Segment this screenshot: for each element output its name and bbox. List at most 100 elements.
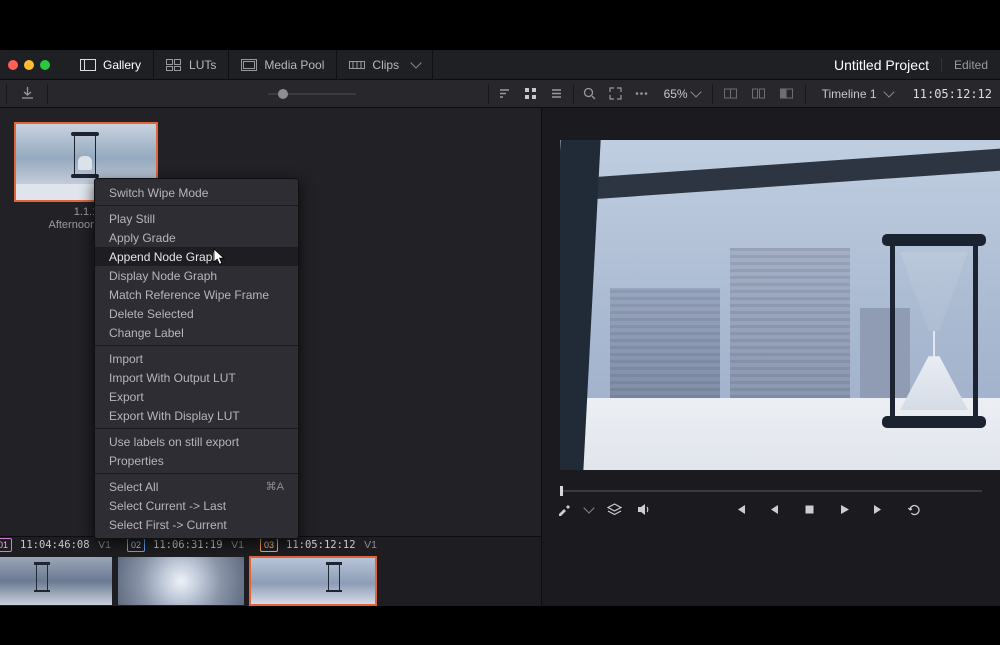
cm-select-first-to-current[interactable]: Select First -> Current	[95, 515, 298, 534]
cm-delete-selected[interactable]: Delete Selected	[95, 304, 298, 323]
cm-select-all-shortcut: ⌘A	[266, 480, 284, 493]
image-wipe-button[interactable]	[719, 82, 743, 106]
viewer-zoom-dropdown[interactable]: 65%	[658, 87, 706, 101]
tab-clips[interactable]: Clips	[337, 50, 433, 80]
tab-clips-label: Clips	[372, 58, 399, 72]
viewer-pane	[542, 108, 1000, 606]
more-button[interactable]	[630, 82, 654, 106]
still-export-button[interactable]	[15, 82, 39, 106]
highlight-icon	[779, 86, 794, 101]
cm-use-labels-on-still-export[interactable]: Use labels on still export	[95, 432, 298, 451]
list-icon	[549, 86, 564, 101]
timeline-selector[interactable]: Timeline 1	[812, 87, 903, 101]
media-pool-icon	[241, 59, 257, 71]
clip-thumbnail[interactable]	[118, 557, 244, 605]
expand-icon	[608, 86, 623, 101]
clip-timecode: 11:06:31:19	[153, 539, 223, 551]
chevron-down-icon[interactable]	[583, 502, 594, 513]
secondary-toolbar: 65% Timeline 1 11:05:12:12	[0, 80, 1000, 108]
loop-icon[interactable]	[907, 502, 922, 517]
split-icon	[751, 86, 766, 101]
minimize-window-button[interactable]	[24, 60, 34, 70]
tab-luts[interactable]: LUTs	[154, 50, 229, 80]
viewer-timecode[interactable]: 11:05:12:12	[907, 87, 998, 101]
clip-number-badge: 01	[0, 538, 12, 552]
clip-number-badge: 02	[127, 538, 145, 552]
chevron-down-icon	[883, 86, 894, 97]
cm-switch-wipe-mode[interactable]: Switch Wipe Mode	[95, 183, 298, 202]
cm-select-all-label: Select All	[109, 480, 158, 494]
sort-icon	[497, 86, 512, 101]
gallery-icon	[80, 59, 96, 71]
cm-display-node-graph[interactable]: Display Node Graph	[95, 266, 298, 285]
cm-import[interactable]: Import	[95, 349, 298, 368]
viewer-transport	[556, 484, 986, 526]
layers-icon[interactable]	[607, 502, 622, 517]
tab-gallery-label: Gallery	[103, 58, 141, 72]
export-still-icon	[20, 86, 35, 101]
speaker-icon[interactable]	[636, 502, 651, 517]
clip-track-label: V1	[231, 539, 244, 551]
window-traffic-lights	[8, 60, 50, 70]
play-icon[interactable]	[837, 502, 852, 517]
clip-track-label: V1	[98, 539, 111, 551]
go-last-icon[interactable]	[872, 502, 887, 517]
clip-thumbnail-strip: 01 11:04:46:08 V1 02 11:06:31:19 V1 03 1…	[0, 536, 541, 606]
timeline-selector-label: Timeline 1	[822, 87, 877, 101]
highlight-button[interactable]	[775, 82, 799, 106]
view-grid-button[interactable]	[519, 82, 543, 106]
viewer-scrub-bar[interactable]	[556, 484, 986, 498]
clip-number-badge: 03	[260, 538, 278, 552]
view-list-button[interactable]	[545, 82, 569, 106]
letterbox-bottom	[0, 606, 1000, 645]
go-first-icon[interactable]	[732, 502, 747, 517]
luts-icon	[166, 59, 182, 71]
step-back-icon[interactable]	[767, 502, 782, 517]
split-screen-button[interactable]	[747, 82, 771, 106]
tab-gallery[interactable]: Gallery	[68, 50, 154, 80]
cm-properties[interactable]: Properties	[95, 451, 298, 470]
close-window-button[interactable]	[8, 60, 18, 70]
tab-media-pool[interactable]: Media Pool	[229, 50, 337, 80]
color-picker-icon[interactable]	[556, 502, 571, 517]
viewer-image[interactable]	[560, 140, 1000, 470]
tab-media-pool-label: Media Pool	[264, 58, 324, 72]
gallery-context-menu: Switch Wipe Mode Play Still Apply Grade …	[94, 178, 299, 539]
cm-export[interactable]: Export	[95, 387, 298, 406]
top-tab-bar: Gallery LUTs Media Pool Clips Untitled P…	[0, 50, 1000, 80]
cm-match-reference-wipe[interactable]: Match Reference Wipe Frame	[95, 285, 298, 304]
gallery-pane: 1.1.1 Afternoon Vans Switch Wipe Mode Pl…	[0, 108, 542, 606]
main-area: 1.1.1 Afternoon Vans Switch Wipe Mode Pl…	[0, 108, 1000, 606]
search-icon	[582, 86, 597, 101]
cm-import-with-output-lut[interactable]: Import With Output LUT	[95, 368, 298, 387]
sort-button[interactable]	[493, 82, 517, 106]
stop-icon[interactable]	[802, 502, 817, 517]
clip-thumbnail[interactable]	[250, 557, 376, 605]
clip-thumbnail[interactable]	[0, 557, 112, 605]
hourglass-subject	[892, 236, 976, 426]
chevron-down-icon	[410, 57, 421, 68]
cm-append-node-graph[interactable]: Append Node Graph	[95, 247, 298, 266]
search-button[interactable]	[578, 82, 602, 106]
letterbox-top	[0, 0, 1000, 50]
cm-change-label[interactable]: Change Label	[95, 323, 298, 342]
cm-apply-grade[interactable]: Apply Grade	[95, 228, 298, 247]
clip-track-label: V1	[364, 539, 377, 551]
cm-select-all[interactable]: Select All ⌘A	[95, 477, 298, 496]
chevron-down-icon	[690, 86, 701, 97]
tab-luts-label: LUTs	[189, 58, 216, 72]
zoom-window-button[interactable]	[40, 60, 50, 70]
project-status: Edited	[941, 58, 994, 72]
clip-timecode: 11:04:46:08	[20, 539, 90, 551]
playhead[interactable]	[560, 486, 563, 496]
wipe-icon	[723, 86, 738, 101]
expand-button[interactable]	[604, 82, 628, 106]
grid-icon	[523, 86, 538, 101]
project-title: Untitled Project	[834, 57, 941, 73]
cm-export-with-display-lut[interactable]: Export With Display LUT	[95, 406, 298, 425]
thumbnail-size-slider[interactable]	[268, 93, 356, 95]
clips-icon	[349, 59, 365, 71]
cm-play-still[interactable]: Play Still	[95, 209, 298, 228]
viewer-zoom-value: 65%	[664, 87, 688, 101]
cm-select-current-to-last[interactable]: Select Current -> Last	[95, 496, 298, 515]
